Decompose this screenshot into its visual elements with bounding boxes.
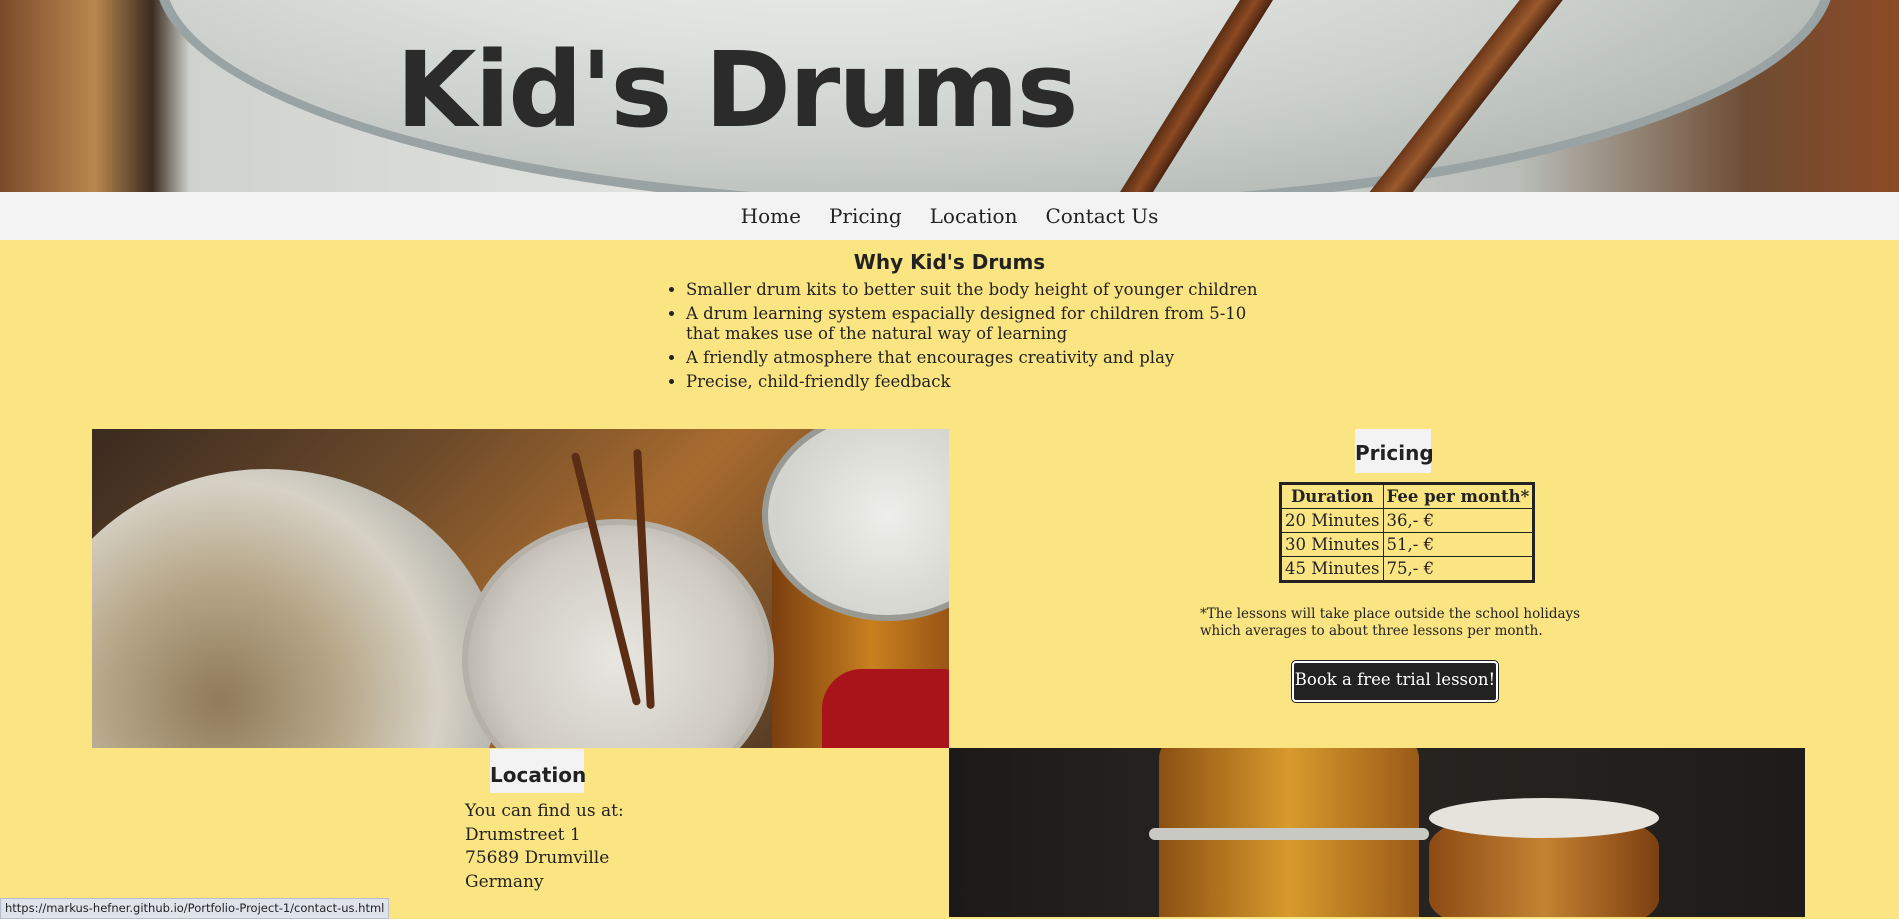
list-item: A drum learning system espacially design… [686,304,1276,344]
drum-kit-photo [92,429,949,748]
address-line: 75689 Drumville [465,848,610,868]
drum-head [1429,798,1659,838]
pricing-table: Duration Fee per month* 20 Minutes 36,- … [1279,482,1536,583]
address: You can find us at: Drumstreet 1 75689 D… [465,800,624,894]
table-row: 20 Minutes 36,- € [1280,508,1535,533]
site-title[interactable]: Kid's Drums [396,38,1079,142]
list-item: A friendly atmosphere that encourages cr… [686,348,1276,368]
why-heading: Why Kid's Drums [853,250,1046,274]
table-cell: 45 Minutes [1280,556,1384,582]
nav-location[interactable]: Location [930,204,1018,228]
table-cell: 75,- € [1382,556,1535,582]
table-row: 45 Minutes 75,- € [1280,556,1535,582]
nav-contact-us[interactable]: Contact Us [1045,204,1158,228]
table-cell: 36,- € [1382,508,1535,533]
nav-home[interactable]: Home [741,204,801,228]
red-drum [822,669,949,748]
address-line: You can find us at: [465,801,624,821]
cymbal [92,469,502,748]
address-line: Germany [465,871,544,892]
nav-pricing[interactable]: Pricing [829,204,902,228]
address-line: Drumstreet 1 [465,824,581,845]
table-cell: 51,- € [1382,532,1535,557]
status-bar-url: https://markus-hefner.github.io/Portfoli… [0,898,390,919]
table-header: Duration [1280,483,1384,509]
pricing-note: *The lessons will take place outside the… [1200,606,1581,639]
list-item: Precise, child-friendly feedback [686,372,1276,392]
drum-set-photo [949,748,1805,917]
list-item: Smaller drum kits to better suit the bod… [686,280,1276,300]
table-cell: 30 Minutes [1280,532,1384,557]
table-cell: 20 Minutes [1280,508,1384,533]
drum-rim [1149,828,1429,840]
table-row: 30 Minutes 51,- € [1280,532,1535,557]
pricing-heading: Pricing [1355,429,1434,473]
location-heading: Location [490,749,586,793]
why-list: Smaller drum kits to better suit the bod… [665,280,1276,396]
main-nav: Home Pricing Location Contact Us [0,192,1899,240]
book-trial-button[interactable]: Book a free trial lesson! [1292,661,1498,702]
table-header: Fee per month* [1382,483,1535,509]
hero-banner: Kid's Drums [0,0,1899,192]
